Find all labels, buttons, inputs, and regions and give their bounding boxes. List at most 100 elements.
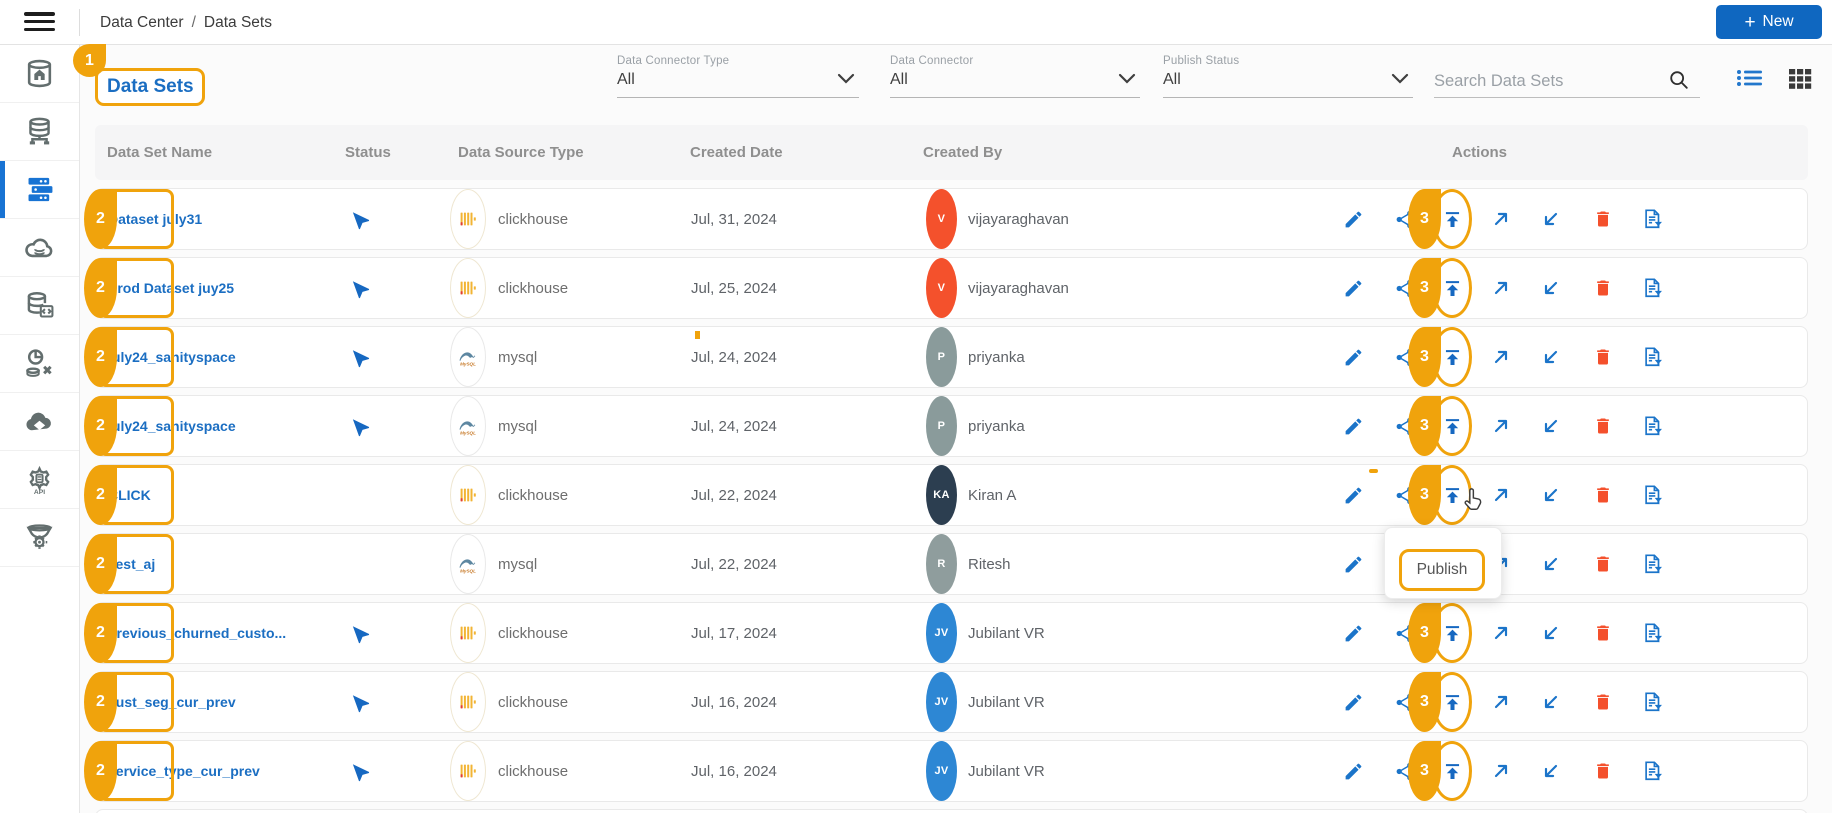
breadcrumb-data-sets[interactable]: Data Sets xyxy=(204,14,272,32)
source-icon-mysql: MySQL xyxy=(450,534,486,594)
open-external-button[interactable] xyxy=(1488,396,1514,456)
delete-button[interactable] xyxy=(1590,672,1616,732)
chevron-down-icon[interactable] xyxy=(1391,73,1409,85)
filter-data-connector[interactable]: Data Connector All xyxy=(890,55,1140,98)
import-button[interactable] xyxy=(1538,741,1564,801)
published-status-icon xyxy=(352,695,370,713)
arrow-down-left-icon xyxy=(1544,212,1558,226)
edit-button[interactable] xyxy=(1340,396,1366,456)
data-filter-button[interactable] xyxy=(1640,465,1666,525)
column-header-actions: Actions xyxy=(1452,144,1508,161)
edit-button[interactable] xyxy=(1340,534,1366,594)
source-type-label: clickhouse xyxy=(498,693,569,711)
import-button[interactable] xyxy=(1538,672,1564,732)
created-date: Jul, 31, 2024 xyxy=(691,210,777,228)
sidebar-item-dataset-code[interactable] xyxy=(0,277,79,335)
edit-pencil-icon xyxy=(1345,349,1361,365)
edit-button[interactable] xyxy=(1340,741,1366,801)
import-button[interactable] xyxy=(1538,465,1564,525)
trash-icon xyxy=(1597,349,1609,365)
edit-pencil-icon xyxy=(1345,763,1361,779)
filter-data-connector-type[interactable]: Data Connector Type All xyxy=(617,55,859,98)
status-cell xyxy=(346,258,372,318)
status-cell xyxy=(346,189,372,249)
delete-button[interactable] xyxy=(1590,465,1616,525)
data-filter-button[interactable] xyxy=(1640,672,1666,732)
import-button[interactable] xyxy=(1538,396,1564,456)
edit-button[interactable] xyxy=(1340,603,1366,663)
filter-publish-status[interactable]: Publish Status All xyxy=(1163,55,1413,98)
table-header: Data Set Name Status Data Source Type Cr… xyxy=(95,125,1808,180)
open-external-button[interactable] xyxy=(1488,741,1514,801)
svg-text:API: API xyxy=(34,489,45,495)
sidebar-item-data-transform[interactable] xyxy=(0,335,79,393)
edit-button[interactable] xyxy=(1340,189,1366,249)
delete-button[interactable] xyxy=(1590,534,1616,594)
source-icon-clickhouse xyxy=(450,603,486,663)
created-by-name: vijayaraghavan xyxy=(968,210,1069,228)
data-filter-button[interactable] xyxy=(1640,327,1666,387)
chevron-down-icon[interactable] xyxy=(1118,73,1136,85)
data-filter-button[interactable] xyxy=(1640,741,1666,801)
delete-button[interactable] xyxy=(1590,189,1616,249)
annotation-step-3-badge: 3 xyxy=(1408,189,1441,249)
data-filter-button[interactable] xyxy=(1640,603,1666,663)
import-button[interactable] xyxy=(1538,189,1564,249)
import-button[interactable] xyxy=(1538,534,1564,594)
edit-button[interactable] xyxy=(1340,465,1366,525)
data-filter-button[interactable] xyxy=(1640,396,1666,456)
sidebar-item-cloud-storage[interactable] xyxy=(0,393,79,451)
edit-button[interactable] xyxy=(1340,672,1366,732)
source-icon-mysql: MySQL xyxy=(450,396,486,456)
open-external-button[interactable] xyxy=(1488,672,1514,732)
search-icon[interactable] xyxy=(1668,69,1690,91)
open-external-button[interactable] xyxy=(1488,465,1514,525)
created-date: Jul, 22, 2024 xyxy=(691,555,777,573)
source-type-label: mysql xyxy=(498,417,538,435)
filter-value: All xyxy=(617,71,635,88)
new-button[interactable]: + New xyxy=(1716,5,1822,39)
next-row-partial xyxy=(95,809,1808,813)
open-external-button[interactable] xyxy=(1488,189,1514,249)
breadcrumb-data-center[interactable]: Data Center xyxy=(100,14,184,32)
created-by-name: vijayaraghavan xyxy=(968,279,1069,297)
edit-pencil-icon xyxy=(1345,418,1361,434)
trash-icon xyxy=(1597,625,1609,641)
hamburger-menu-icon[interactable] xyxy=(24,12,56,33)
sidebar-item-data-center-home[interactable] xyxy=(0,45,79,103)
sidebar-item-data-filter-settings[interactable] xyxy=(0,509,79,567)
import-button[interactable] xyxy=(1538,258,1564,318)
data-filter-button[interactable] xyxy=(1640,258,1666,318)
sidebar-item-cloud-data[interactable] xyxy=(0,219,79,277)
search-input[interactable] xyxy=(1434,72,1654,91)
arrow-up-right-icon xyxy=(1494,281,1508,295)
sidebar-item-data-connectors[interactable] xyxy=(0,103,79,161)
created-by-name: Jubilant VR xyxy=(968,693,1045,711)
open-external-button[interactable] xyxy=(1488,258,1514,318)
sidebar-item-api-settings[interactable]: API xyxy=(0,451,79,509)
list-view-icon[interactable] xyxy=(1736,66,1763,90)
delete-button[interactable] xyxy=(1590,741,1616,801)
column-header-created-date: Created Date xyxy=(690,144,783,161)
search-box xyxy=(1434,55,1700,98)
open-external-button[interactable] xyxy=(1488,603,1514,663)
edit-button[interactable] xyxy=(1340,327,1366,387)
chevron-down-icon[interactable] xyxy=(837,73,855,85)
annotation-title-highlight: Data Sets xyxy=(95,68,205,106)
edit-button[interactable] xyxy=(1340,258,1366,318)
delete-button[interactable] xyxy=(1590,396,1616,456)
delete-button[interactable] xyxy=(1590,258,1616,318)
published-status-icon xyxy=(352,350,370,368)
created-by-name: Jubilant VR xyxy=(968,762,1045,780)
source-icon-clickhouse xyxy=(450,741,486,801)
grid-view-icon[interactable] xyxy=(1788,66,1813,90)
open-external-button[interactable] xyxy=(1488,327,1514,387)
document-filter-icon xyxy=(1645,554,1662,574)
data-filter-button[interactable] xyxy=(1640,534,1666,594)
import-button[interactable] xyxy=(1538,603,1564,663)
delete-button[interactable] xyxy=(1590,603,1616,663)
sidebar-item-data-sets[interactable] xyxy=(0,161,79,219)
import-button[interactable] xyxy=(1538,327,1564,387)
data-filter-button[interactable] xyxy=(1640,189,1666,249)
delete-button[interactable] xyxy=(1590,327,1616,387)
